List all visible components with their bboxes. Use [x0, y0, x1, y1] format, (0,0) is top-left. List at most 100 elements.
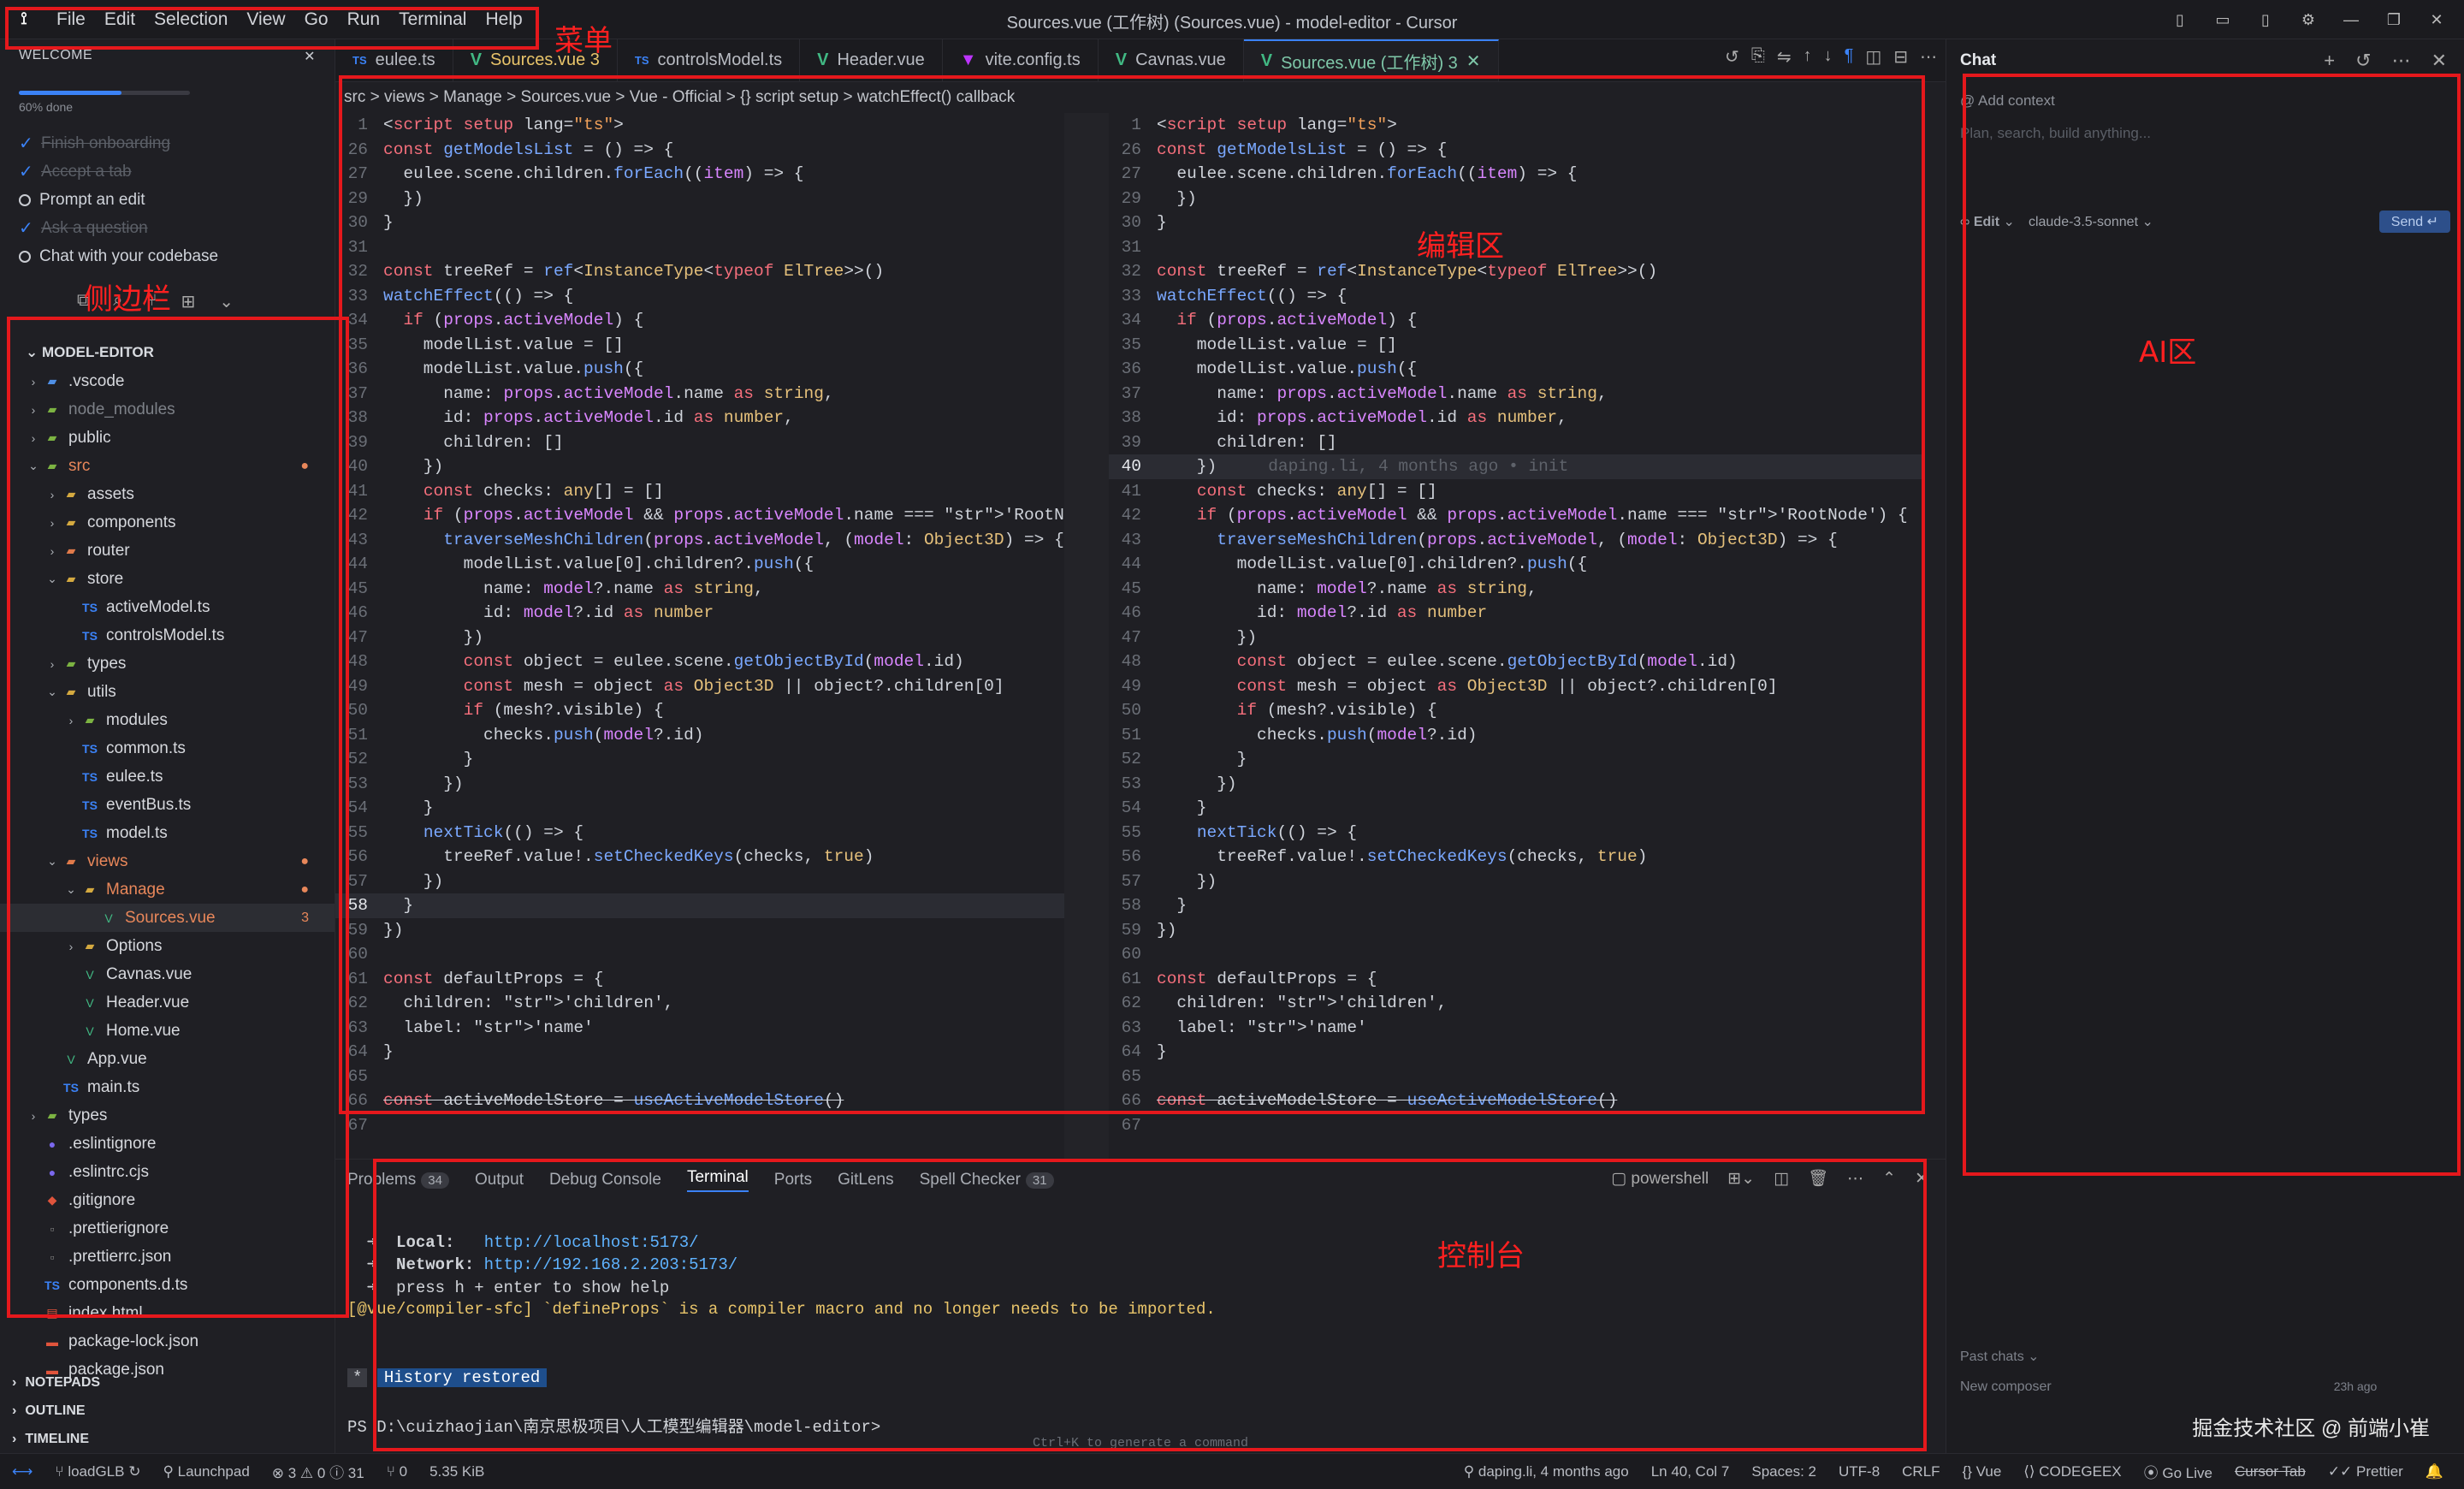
checklist-item[interactable]: ✓ Finish onboarding	[19, 129, 316, 157]
tree-item[interactable]: TS controlsModel.ts	[0, 621, 335, 650]
tree-item[interactable]: TS common.ts	[0, 734, 335, 762]
tree-item[interactable]: ⌄ ▰ store	[0, 565, 335, 593]
indentation[interactable]: Spaces: 2	[1751, 1463, 1816, 1480]
new-chat-icon[interactable]: +	[2324, 50, 2335, 72]
editor-left-pane[interactable]: 1 <script setup lang="ts"> 26 const getMode…	[335, 113, 1064, 1159]
explorer-header[interactable]: ⌄ MODEL-EDITOR	[0, 338, 335, 367]
menu-item-selection[interactable]: Selection	[145, 6, 236, 33]
tree-item[interactable]: V App.vue	[0, 1045, 335, 1073]
send-button[interactable]: Send ↵	[2378, 211, 2450, 233]
terminal-prompt[interactable]: PS D:\cuizhaojian\南京思极项目\人工模型编辑器\model-e…	[347, 1414, 1934, 1437]
checklist-item[interactable]: Prompt an edit	[19, 186, 316, 214]
tree-item[interactable]: ⌄ ▰ utils	[0, 678, 335, 706]
panel-tab[interactable]: Debug Console	[549, 1171, 661, 1189]
chevron-down-icon[interactable]: ⌄	[219, 291, 234, 312]
problems-status[interactable]: ⊗ 3 ⚠ 0 ⓘ 31	[272, 1461, 364, 1482]
trash-icon[interactable]: 🗑	[1808, 1168, 1828, 1189]
new-terminal-icon[interactable]: ⊞⌄	[1727, 1169, 1755, 1189]
editor-right-pane[interactable]: 1 <script setup lang="ts"> 26 const getMode…	[1109, 113, 1922, 1159]
tree-item[interactable]: TS components.d.ts	[0, 1271, 335, 1299]
past-chats[interactable]: Past chats ⌄	[1960, 1343, 2377, 1372]
encoding[interactable]: UTF-8	[1839, 1463, 1880, 1480]
tree-item[interactable]: › ▰ node_modules	[0, 395, 335, 424]
cursor-position[interactable]: Ln 40, Col 7	[1651, 1463, 1730, 1480]
tree-item[interactable]: › ▰ .vscode	[0, 367, 335, 395]
checklist-item[interactable]: ✓ Ask a question	[19, 214, 316, 242]
tree-item[interactable]: ⌄ ▰ Manage ●	[0, 875, 335, 904]
settings-gear-icon[interactable]: ⚙	[2289, 5, 2327, 34]
whitespace-icon[interactable]: ¶	[1845, 46, 1854, 68]
notifications-icon[interactable]: 🔔	[2426, 1463, 2443, 1480]
terminal-output[interactable]: ➜ Local: http://localhost:5173/ ➜ Networ…	[335, 1201, 1946, 1468]
split-terminal-icon[interactable]: ◫	[1774, 1169, 1789, 1189]
terminal-shell[interactable]: ▢ powershell	[1611, 1169, 1709, 1189]
cursor-tab-status[interactable]: Cursor Tab	[2235, 1463, 2306, 1480]
close-welcome-icon[interactable]: ✕	[304, 48, 316, 65]
checklist-item[interactable]: Chat with your codebase	[19, 242, 316, 270]
panel-tab[interactable]: Problems 34	[347, 1171, 449, 1189]
sidebar-section-timeline[interactable]: › TIMELINE	[0, 1425, 335, 1453]
tree-item[interactable]: V Cavnas.vue	[0, 960, 335, 988]
extensions-icon[interactable]: ⊞	[181, 291, 195, 312]
go-live-status[interactable]: ⦿ Go Live	[2144, 1461, 2212, 1482]
prettier-status[interactable]: ✓✓ Prettier	[2328, 1463, 2403, 1480]
history-icon[interactable]: ↺	[2355, 50, 2371, 72]
tree-item[interactable]: ▫ .prettierrc.json	[0, 1243, 335, 1271]
sidebar-section-outline[interactable]: › OUTLINE	[0, 1397, 335, 1425]
panel-tab[interactable]: Output	[475, 1171, 524, 1189]
panel-tab[interactable]: Spell Checker 31	[920, 1171, 1054, 1189]
tree-item[interactable]: TS eventBus.ts	[0, 791, 335, 819]
menu-item-run[interactable]: Run	[339, 6, 389, 33]
tree-item[interactable]: ▤ index.html	[0, 1299, 335, 1327]
menu-item-go[interactable]: Go	[296, 6, 337, 33]
tree-item[interactable]: › ▰ types	[0, 1101, 335, 1130]
language-mode[interactable]: {} Vue	[1963, 1463, 2002, 1480]
codegeex-status[interactable]: ⟨⟩ CODEGEEX	[2023, 1463, 2121, 1480]
editor-tab[interactable]: V Sources.vue (工作树) 3 ✕	[1243, 39, 1499, 81]
tree-item[interactable]: ◆ .gitignore	[0, 1186, 335, 1214]
tree-item[interactable]: ⌄ ▰ src ●	[0, 452, 335, 480]
tree-item[interactable]: › ▰ modules	[0, 706, 335, 734]
sidebar-section-notepads[interactable]: › NOTEPADS	[0, 1368, 335, 1397]
editor-tab[interactable]: V Cavnas.vue	[1099, 39, 1244, 81]
menu-item-edit[interactable]: Edit	[96, 6, 144, 33]
panel-tab[interactable]: Terminal	[686, 1168, 749, 1192]
history-icon[interactable]: ↺	[1725, 46, 1739, 68]
mode-select[interactable]: ∞ Edit ⌄	[1960, 213, 2015, 230]
more-icon[interactable]: ⋯	[1847, 1169, 1863, 1189]
eol[interactable]: CRLF	[1902, 1463, 1940, 1480]
tree-item[interactable]: TS activeModel.ts	[0, 593, 335, 621]
menu-item-help[interactable]: Help	[477, 6, 530, 33]
tree-item[interactable]: ⌄ ▰ views ●	[0, 847, 335, 875]
close-panel-icon[interactable]: ✕	[1915, 1169, 1928, 1189]
toggle-sidebar-icon[interactable]: ▯	[2161, 5, 2199, 34]
blame-status[interactable]: ⚲ daping.li, 4 months ago	[1464, 1463, 1629, 1480]
compare-icon[interactable]: ⇋	[1777, 46, 1792, 68]
tree-item[interactable]: › ▰ public	[0, 424, 335, 452]
tree-item[interactable]: V Header.vue	[0, 988, 335, 1017]
tree-item[interactable]: ▫ .prettierignore	[0, 1214, 335, 1243]
tree-item[interactable]: › ▰ components	[0, 508, 335, 537]
panel-tab[interactable]: Ports	[774, 1171, 812, 1189]
launchpad-status[interactable]: ⚲ Launchpad	[163, 1463, 249, 1480]
chat-input[interactable]: Plan, search, build anything...	[1960, 125, 2450, 142]
tree-item[interactable]: V Sources.vue 3	[0, 904, 335, 932]
tree-item[interactable]: TS main.ts	[0, 1073, 335, 1101]
close-icon[interactable]: ✕	[2418, 5, 2455, 34]
prev-change-icon[interactable]: ↑	[1804, 46, 1812, 68]
more-actions-icon[interactable]: ⋯	[1920, 46, 1937, 68]
menu-item-file[interactable]: File	[48, 6, 94, 33]
tree-item[interactable]: TS eulee.ts	[0, 762, 335, 791]
toggle-panel-icon[interactable]: ▭	[2204, 5, 2242, 34]
model-select[interactable]: claude-3.5-sonnet ⌄	[2029, 213, 2153, 230]
ports-status[interactable]: ⑂ 0	[387, 1463, 407, 1480]
local-url[interactable]: http://localhost:5173/	[484, 1233, 699, 1252]
checklist-item[interactable]: ✓ Accept a tab	[19, 157, 316, 186]
panel-tab[interactable]: GitLens	[838, 1171, 893, 1189]
split-editor-icon[interactable]: ⊟	[1893, 46, 1908, 68]
minimize-icon[interactable]: —	[2332, 5, 2370, 34]
breadcrumb[interactable]: src > views > Manage > Sources.vue > Vue…	[335, 82, 1946, 113]
editor-tab[interactable]: TS controlsModel.ts	[618, 39, 801, 81]
menu-item-terminal[interactable]: Terminal	[390, 6, 475, 33]
tree-item[interactable]: › ▰ types	[0, 650, 335, 678]
